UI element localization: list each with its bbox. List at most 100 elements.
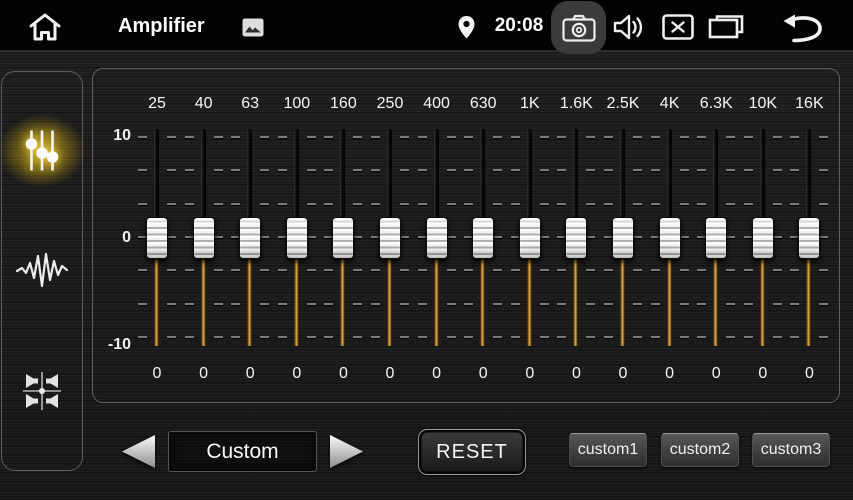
custom3-button[interactable]: custom3 xyxy=(752,433,830,467)
arrow-left-icon xyxy=(119,434,157,469)
band-value: 0 xyxy=(274,365,320,383)
band-value: 0 xyxy=(553,365,599,383)
back-button[interactable] xyxy=(779,11,827,45)
band-frequency-label: 1K xyxy=(507,95,553,113)
slider-handle[interactable] xyxy=(705,217,727,259)
eq-band: 100 0 xyxy=(274,69,320,403)
eq-sliders-icon xyxy=(22,128,62,174)
band-frequency-label: 4K xyxy=(647,95,693,113)
status-bar: Amplifier 20:08 xyxy=(0,0,853,52)
custom1-button[interactable]: custom1 xyxy=(569,433,647,467)
eq-band: 40 0 xyxy=(181,69,227,403)
band-value: 0 xyxy=(786,365,832,383)
eq-band: 25 0 xyxy=(134,69,180,403)
band-value: 0 xyxy=(740,365,786,383)
band-value: 0 xyxy=(227,365,273,383)
custom2-button[interactable]: custom2 xyxy=(661,433,739,467)
clock: 20:08 xyxy=(490,0,548,52)
band-frequency-label: 250 xyxy=(367,95,413,113)
scale-label-zero: 0 xyxy=(93,229,131,247)
eq-band: 1K 0 xyxy=(507,69,553,403)
band-frequency-label: 160 xyxy=(320,95,366,113)
amplifier-screen: Amplifier 20:08 xyxy=(0,0,853,500)
band-value: 0 xyxy=(693,365,739,383)
eq-band: 1.6K 0 xyxy=(553,69,599,403)
band-frequency-label: 6.3K xyxy=(693,95,739,113)
eq-band: 6.3K 0 xyxy=(693,69,739,403)
eq-band: 400 0 xyxy=(414,69,460,403)
eq-band: 63 0 xyxy=(227,69,273,403)
reset-button[interactable]: RESET xyxy=(418,429,526,475)
slider-handle[interactable] xyxy=(193,217,215,259)
band-value: 0 xyxy=(134,365,180,383)
band-value: 0 xyxy=(507,365,553,383)
band-frequency-label: 10K xyxy=(740,95,786,113)
band-value: 0 xyxy=(460,365,506,383)
wallpaper-button[interactable] xyxy=(240,16,266,38)
waveform-icon xyxy=(16,251,68,291)
back-icon xyxy=(781,12,825,44)
close-app-button[interactable] xyxy=(660,13,696,41)
slider-handle[interactable] xyxy=(659,217,681,259)
slider-handle[interactable] xyxy=(379,217,401,259)
gps-status xyxy=(456,14,476,40)
recent-apps-button[interactable] xyxy=(705,11,747,43)
band-value: 0 xyxy=(367,365,413,383)
band-value: 0 xyxy=(414,365,460,383)
band-frequency-label: 63 xyxy=(227,95,273,113)
eq-band: 10K 0 xyxy=(740,69,786,403)
band-frequency-label: 630 xyxy=(460,95,506,113)
band-value: 0 xyxy=(320,365,366,383)
band-value: 0 xyxy=(181,365,227,383)
eq-band: 16K 0 xyxy=(786,69,832,403)
camera-button[interactable] xyxy=(551,1,606,54)
slider-handle[interactable] xyxy=(426,217,448,259)
slider-handle[interactable] xyxy=(798,217,820,259)
preset-next-button[interactable] xyxy=(328,434,366,469)
sidebar-item-balance[interactable] xyxy=(2,356,82,426)
eq-band: 630 0 xyxy=(460,69,506,403)
slider-handle[interactable] xyxy=(286,217,308,259)
preset-display[interactable]: Custom xyxy=(168,431,317,472)
equalizer-panel: 10 0 -10 25 0 40 xyxy=(92,68,840,403)
slider-handle[interactable] xyxy=(146,217,168,259)
band-frequency-label: 100 xyxy=(274,95,320,113)
sidebar xyxy=(1,71,83,471)
band-frequency-label: 16K xyxy=(786,95,832,113)
home-icon xyxy=(27,11,63,43)
slider-handle[interactable] xyxy=(752,217,774,259)
band-frequency-label: 25 xyxy=(134,95,180,113)
band-frequency-label: 1.6K xyxy=(553,95,599,113)
band-frequency-label: 400 xyxy=(414,95,460,113)
band-frequency-label: 2.5K xyxy=(600,95,646,113)
slider-handle[interactable] xyxy=(472,217,494,259)
slider-handle[interactable] xyxy=(565,217,587,259)
page-title: Amplifier xyxy=(118,0,205,52)
sidebar-item-equalizer[interactable] xyxy=(2,116,82,186)
slider-handle[interactable] xyxy=(519,217,541,259)
slider-handle[interactable] xyxy=(332,217,354,259)
slider-handle[interactable] xyxy=(239,217,261,259)
location-pin-icon xyxy=(457,15,476,40)
band-frequency-label: 40 xyxy=(181,95,227,113)
sidebar-item-sound-effect[interactable] xyxy=(2,236,82,306)
slider-handle[interactable] xyxy=(612,217,634,259)
eq-band: 2.5K 0 xyxy=(600,69,646,403)
image-icon xyxy=(242,18,264,37)
eq-band: 160 0 xyxy=(320,69,366,403)
band-value: 0 xyxy=(647,365,693,383)
scale-label-min: -10 xyxy=(93,336,131,354)
preset-prev-button[interactable] xyxy=(119,434,157,469)
eq-band: 250 0 xyxy=(367,69,413,403)
volume-icon xyxy=(612,12,648,42)
arrow-right-icon xyxy=(328,434,366,469)
scale-label-max: 10 xyxy=(93,127,131,145)
band-value: 0 xyxy=(600,365,646,383)
volume-button[interactable] xyxy=(610,11,650,43)
recent-windows-icon xyxy=(707,12,745,42)
close-box-icon xyxy=(662,14,694,40)
home-button[interactable] xyxy=(24,9,66,45)
eq-band: 4K 0 xyxy=(647,69,693,403)
camera-icon xyxy=(561,13,597,43)
speaker-balance-icon xyxy=(19,368,65,414)
